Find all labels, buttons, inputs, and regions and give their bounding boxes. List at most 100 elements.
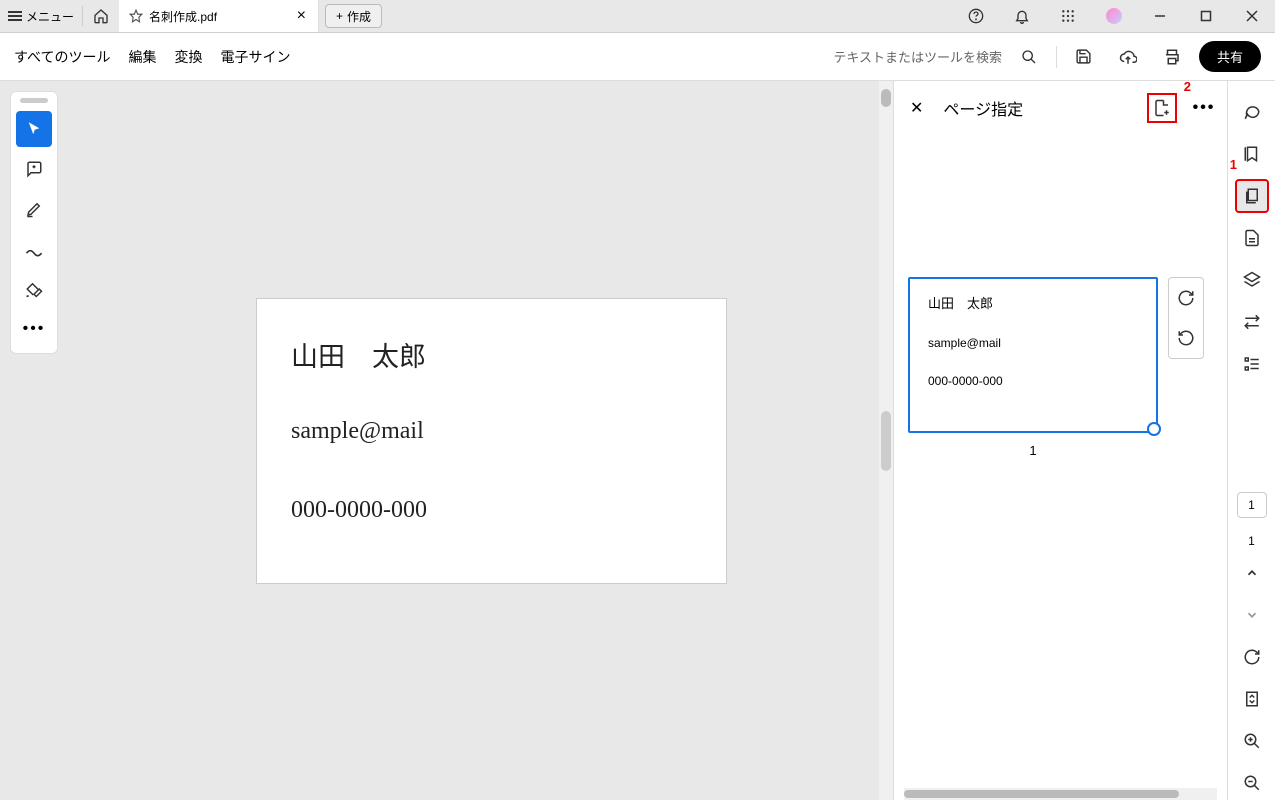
titlebar: メニュー 名刺作成.pdf × + 作成: [0, 0, 1275, 33]
structure-panel-button[interactable]: [1235, 347, 1269, 381]
doc-name: 山田 太郎: [291, 335, 692, 374]
help-button[interactable]: [953, 0, 999, 33]
page-down-button[interactable]: [1235, 598, 1269, 632]
layers-panel-button[interactable]: [1235, 263, 1269, 297]
panel-title: ページ指定: [943, 96, 1023, 120]
print-icon: [1163, 48, 1181, 66]
panel-more-button[interactable]: •••: [1189, 93, 1219, 123]
rotate-cw-button[interactable]: [1169, 278, 1203, 318]
edit-menu[interactable]: 編集: [128, 47, 156, 67]
more-icon: •••: [23, 320, 46, 338]
maximize-icon: [1200, 10, 1212, 22]
select-tool[interactable]: [16, 111, 52, 147]
hscroll-thumb[interactable]: [904, 790, 1179, 798]
document-page[interactable]: 山田 太郎 sample@mail 000-0000-000: [256, 298, 727, 584]
notifications-button[interactable]: [999, 0, 1045, 33]
more-tools[interactable]: •••: [16, 311, 52, 347]
pages-icon: [1243, 187, 1261, 205]
drag-handle[interactable]: [20, 98, 48, 103]
draw-tool[interactable]: [16, 231, 52, 267]
scrollbar-thumb[interactable]: [881, 89, 891, 107]
separator: [1056, 46, 1057, 68]
sign-tool[interactable]: [16, 271, 52, 307]
vertical-scrollbar[interactable]: [879, 81, 893, 800]
left-toolbar: •••: [10, 91, 58, 354]
bookmark-icon: [1243, 145, 1261, 163]
scrollbar-thumb-2[interactable]: [881, 411, 891, 471]
tab-close-button[interactable]: ×: [293, 7, 310, 25]
cloud-upload-icon: [1119, 48, 1137, 66]
bookmarks-panel-button[interactable]: [1235, 137, 1269, 171]
pen-icon: [25, 280, 43, 298]
toolbar: すべてのツール 編集 変換 電子サイン テキストまたはツールを検索 共有: [0, 33, 1275, 81]
home-button[interactable]: [83, 0, 119, 32]
highlight-icon: [25, 200, 43, 218]
all-tools-menu[interactable]: すべてのツール: [14, 47, 110, 67]
page-thumbnails-button[interactable]: [1235, 179, 1269, 213]
compare-panel-button[interactable]: [1235, 305, 1269, 339]
structure-icon: [1243, 355, 1261, 373]
tab-title: 名刺作成.pdf: [149, 8, 217, 25]
document-tab[interactable]: 名刺作成.pdf ×: [119, 0, 319, 32]
horizontal-scrollbar[interactable]: [904, 788, 1217, 800]
search-button[interactable]: [1012, 40, 1046, 74]
close-panel-button[interactable]: ✕: [902, 94, 931, 122]
search-icon: [1021, 49, 1037, 65]
page-thumbnail[interactable]: 山田 太郎 sample@mail 000-0000-000: [908, 277, 1158, 433]
create-button[interactable]: + 作成: [325, 4, 382, 28]
panel-header: ✕ ページ指定 2 •••: [894, 81, 1227, 135]
rotate-icon: [1243, 648, 1261, 666]
apps-button[interactable]: [1045, 0, 1091, 33]
account-button[interactable]: [1091, 0, 1137, 33]
insert-page-button[interactable]: [1147, 93, 1177, 123]
menu-button[interactable]: メニュー: [0, 0, 82, 32]
rotate-ccw-icon: [1177, 329, 1195, 347]
avatar-icon: [1106, 8, 1122, 24]
chevron-up-icon: [1245, 566, 1259, 580]
save-icon: [1075, 48, 1092, 65]
thumbnail-wrapper: 山田 太郎 sample@mail 000-0000-000 1: [908, 277, 1213, 458]
create-label: 作成: [347, 8, 371, 25]
cursor-icon: [25, 120, 43, 138]
zoom-out-icon: [1243, 774, 1261, 792]
convert-menu[interactable]: 変換: [174, 47, 202, 67]
highlight-tool[interactable]: [16, 191, 52, 227]
zoom-out-button[interactable]: [1235, 766, 1269, 800]
pages-panel: ✕ ページ指定 2 ••• 山田 太郎 sample@mail 000-0000…: [893, 81, 1227, 800]
file-panel-button[interactable]: [1235, 221, 1269, 255]
share-button[interactable]: 共有: [1199, 41, 1261, 72]
esign-menu[interactable]: 電子サイン: [220, 47, 290, 67]
more-icon: •••: [1193, 99, 1216, 117]
maximize-button[interactable]: [1183, 0, 1229, 33]
star-icon: [129, 9, 143, 23]
rotate-view-button[interactable]: [1235, 640, 1269, 674]
fit-page-button[interactable]: [1235, 682, 1269, 716]
canvas-area[interactable]: 山田 太郎 sample@mail 000-0000-000: [58, 81, 893, 800]
minimize-button[interactable]: [1137, 0, 1183, 33]
toolbar-right: テキストまたはツールを検索 共有: [833, 40, 1261, 74]
annotation-1: 1: [1230, 157, 1237, 172]
cloud-upload-button[interactable]: [1111, 40, 1145, 74]
thumbnail-page-number: 1: [908, 443, 1158, 458]
menu-label: メニュー: [26, 8, 74, 25]
zoom-in-button[interactable]: [1235, 724, 1269, 758]
apps-icon: [1061, 9, 1075, 23]
save-button[interactable]: [1067, 40, 1101, 74]
comment-tool[interactable]: [16, 151, 52, 187]
close-window-button[interactable]: [1229, 0, 1275, 33]
plus-icon: +: [336, 9, 343, 23]
rotate-ccw-button[interactable]: [1169, 318, 1203, 358]
fit-page-icon: [1243, 690, 1261, 708]
page-number-input[interactable]: 1: [1237, 492, 1267, 518]
thumb-phone: 000-0000-000: [928, 374, 1138, 388]
compare-icon: [1243, 313, 1261, 331]
home-icon: [93, 8, 109, 24]
page-up-button[interactable]: [1235, 556, 1269, 590]
comments-panel-button[interactable]: [1235, 95, 1269, 129]
thumb-name: 山田 太郎: [928, 293, 1138, 312]
right-rail: 1 1 1: [1227, 81, 1275, 800]
search-label[interactable]: テキストまたはツールを検索: [833, 47, 1002, 66]
print-button[interactable]: [1155, 40, 1189, 74]
close-icon: [1246, 10, 1258, 22]
thumbnails-area: 山田 太郎 sample@mail 000-0000-000 1: [894, 135, 1227, 800]
